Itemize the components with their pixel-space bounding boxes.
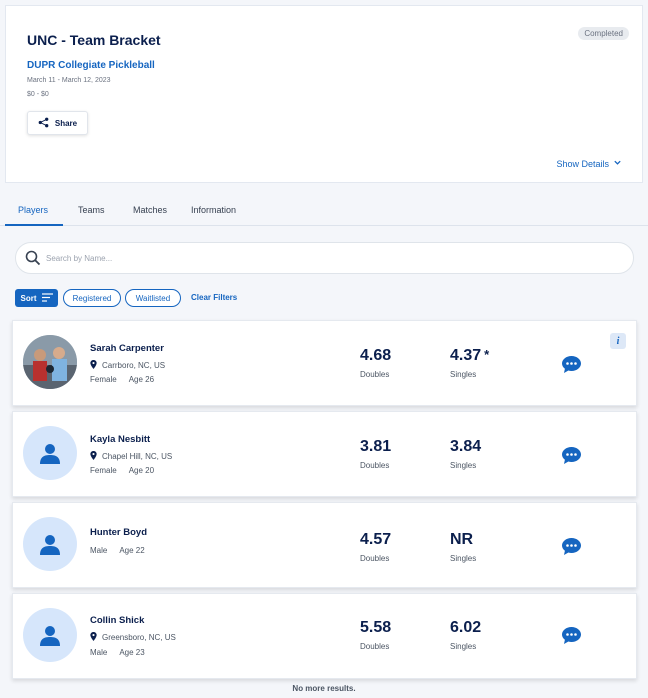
doubles-rating: 5.58 — [360, 619, 392, 636]
show-details-label: Show Details — [556, 158, 609, 169]
doubles-rating: 3.81 — [360, 438, 392, 455]
avatar — [23, 517, 77, 571]
share-icon — [38, 117, 49, 130]
player-gender: Male — [90, 546, 108, 555]
singles-label: Singles — [450, 554, 477, 563]
player-location: Carrboro, NC, US — [90, 360, 165, 371]
tab-players[interactable]: Players — [18, 205, 48, 215]
clear-filters-button[interactable]: Clear Filters — [191, 293, 237, 302]
event-price: $0 - $0 — [27, 91, 49, 98]
organizer-link[interactable]: DUPR Collegiate Pickleball — [27, 60, 155, 71]
location-text: Greensboro, NC, US — [102, 633, 176, 642]
player-card[interactable]: Kayla Nesbitt Chapel Hill, NC, US Female… — [12, 411, 637, 497]
singles-rating: 4.37 — [450, 347, 482, 364]
player-meta: Male Age 23 — [90, 648, 145, 657]
location-text: Chapel Hill, NC, US — [102, 452, 173, 461]
search-input[interactable]: Search by Name... — [15, 242, 634, 274]
filter-chip-waitlisted[interactable]: Waitlisted — [125, 289, 181, 307]
tab-information[interactable]: Information — [191, 205, 236, 215]
player-age: Age 22 — [119, 546, 145, 555]
player-card[interactable]: Sarah Carpenter Carrboro, NC, US Female A… — [12, 320, 637, 406]
info-icon[interactable]: i — [610, 333, 626, 349]
share-label: Share — [54, 118, 78, 128]
player-name[interactable]: Collin Shick — [90, 615, 144, 626]
event-title: UNC - Team Bracket — [27, 32, 161, 48]
player-name[interactable]: Sarah Carpenter — [90, 343, 164, 354]
sort-label: Sort — [20, 293, 37, 303]
location-text: Carrboro, NC, US — [102, 361, 166, 370]
event-dates: March 11 - March 12, 2023 — [27, 77, 111, 84]
singles-rating-group: 4.37 * — [450, 347, 489, 365]
player-location: Chapel Hill, NC, US — [90, 451, 172, 462]
doubles-label: Doubles — [360, 461, 390, 470]
event-header-card: UNC - Team Bracket Completed DUPR Colleg… — [5, 5, 643, 183]
tab-teams[interactable]: Teams — [78, 205, 105, 215]
player-meta: Male Age 22 — [90, 546, 145, 555]
share-button[interactable]: Share — [27, 111, 88, 135]
search-placeholder: Search by Name... — [46, 254, 113, 263]
player-meta: Female Age 20 — [90, 466, 154, 475]
doubles-label: Doubles — [360, 554, 390, 563]
location-pin-icon — [90, 451, 97, 462]
filter-chip-registered[interactable]: Registered — [63, 289, 121, 307]
doubles-rating: 4.68 — [360, 347, 392, 364]
player-age: Age 20 — [128, 466, 155, 475]
avatar — [23, 608, 77, 662]
chevron-down-icon — [613, 158, 622, 169]
player-location: Greensboro, NC, US — [90, 632, 176, 643]
singles-label: Singles — [450, 642, 477, 651]
provisional-asterisk: * — [484, 347, 490, 362]
singles-label: Singles — [450, 370, 477, 379]
player-name[interactable]: Hunter Boyd — [90, 527, 147, 538]
tab-matches[interactable]: Matches — [133, 205, 167, 215]
no-more-results: No more results. — [292, 684, 356, 693]
doubles-rating: 4.57 — [360, 531, 392, 548]
singles-rating: 3.84 — [450, 438, 482, 455]
singles-rating: NR — [450, 531, 474, 548]
avatar — [23, 426, 77, 480]
chat-bubble-icon[interactable] — [562, 356, 581, 378]
sort-button[interactable]: Sort — [15, 289, 58, 307]
avatar — [23, 335, 77, 389]
location-pin-icon — [90, 632, 97, 643]
search-icon — [25, 250, 41, 271]
active-tab-indicator — [5, 224, 63, 226]
chat-bubble-icon[interactable] — [562, 538, 581, 560]
singles-rating: 6.02 — [450, 619, 482, 636]
chat-bubble-icon[interactable] — [562, 447, 581, 469]
singles-label: Singles — [450, 461, 477, 470]
player-card[interactable]: Collin Shick Greensboro, NC, US Male Age … — [12, 593, 637, 679]
chat-bubble-icon[interactable] — [562, 627, 581, 649]
player-card[interactable]: Hunter Boyd Male Age 22 4.57 Doubles NR S… — [12, 502, 637, 588]
location-pin-icon — [90, 360, 97, 371]
show-details-button[interactable]: Show Details — [556, 158, 622, 169]
tab-bar: Players Teams Matches Information — [0, 196, 648, 226]
doubles-label: Doubles — [360, 370, 390, 379]
player-age: Age 26 — [128, 375, 155, 384]
player-gender: Female — [90, 375, 117, 384]
player-name[interactable]: Kayla Nesbitt — [90, 434, 150, 445]
status-badge: Completed — [578, 27, 629, 40]
player-meta: Female Age 26 — [90, 375, 154, 384]
sort-icon — [41, 292, 53, 304]
doubles-label: Doubles — [360, 642, 390, 651]
player-gender: Male — [90, 648, 108, 657]
player-gender: Female — [90, 466, 117, 475]
player-age: Age 23 — [119, 648, 145, 657]
